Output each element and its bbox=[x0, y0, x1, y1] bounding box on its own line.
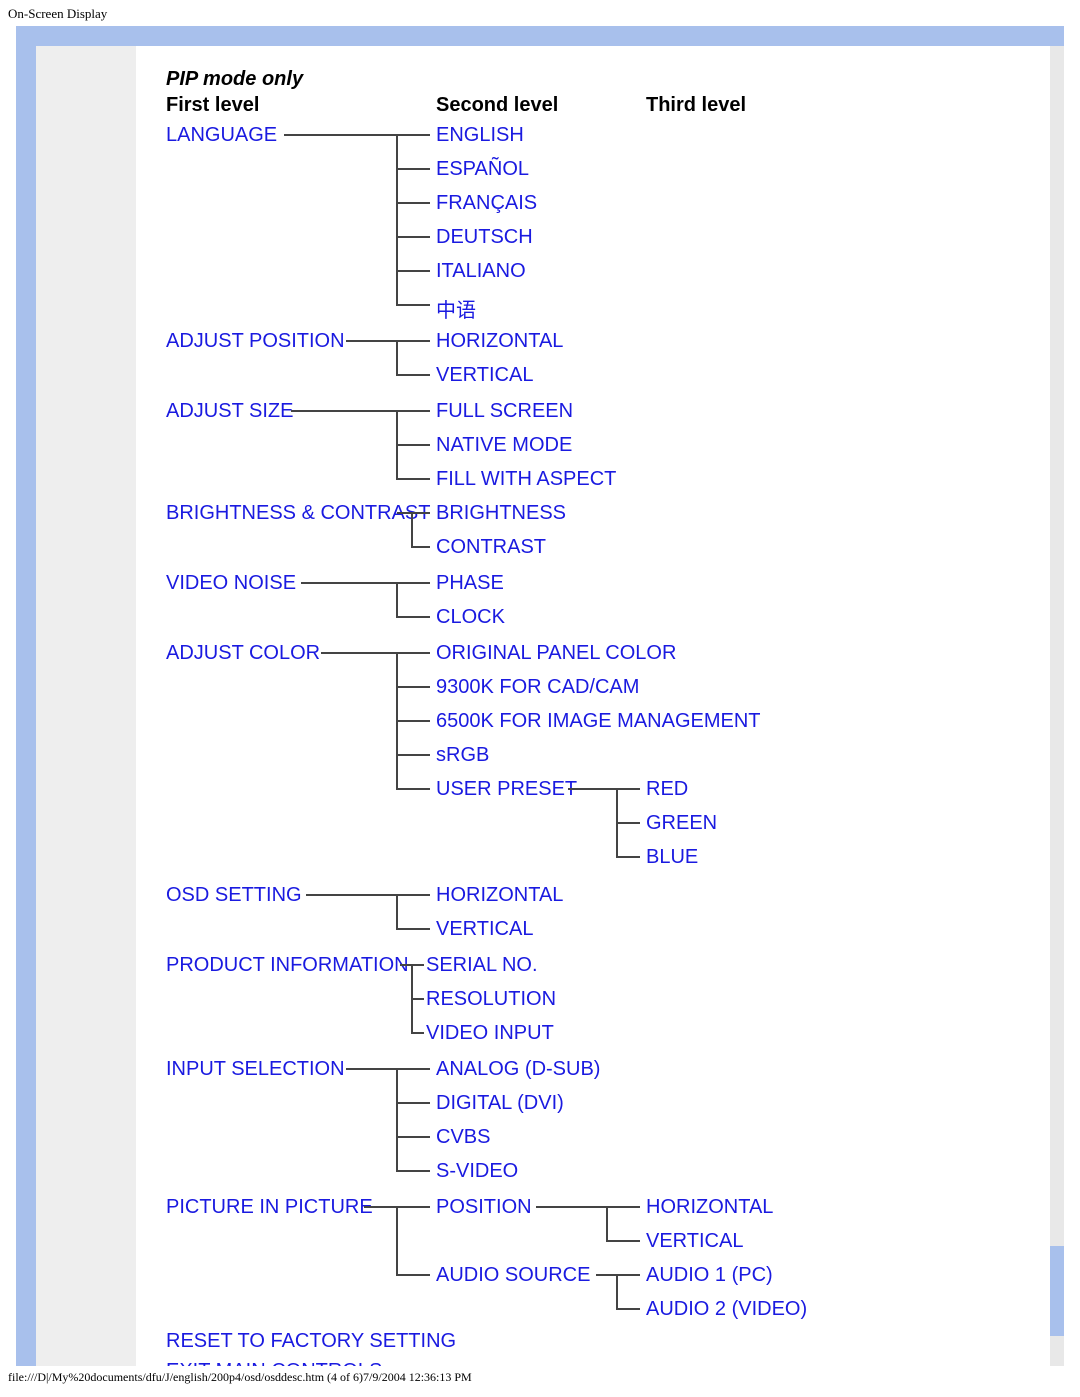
l1-brightness-contrast: BRIGHTNESS & CONTRAST bbox=[166, 502, 430, 525]
l2-vn-clock: CLOCK bbox=[436, 606, 505, 629]
footer-path: file:///D|/My%20documents/dfu/J/english/… bbox=[0, 1366, 1080, 1395]
l1-reset: RESET TO FACTORY SETTING bbox=[166, 1330, 456, 1353]
l3-up-red: RED bbox=[646, 778, 688, 801]
second-level-header: Second level bbox=[436, 94, 558, 117]
l2-vn-phase: PHASE bbox=[436, 572, 504, 595]
first-level-header: First level bbox=[166, 94, 259, 117]
l2-ac-user-preset: USER PRESET bbox=[436, 778, 577, 801]
l3-pip-pos-horizontal: HORIZONTAL bbox=[646, 1196, 773, 1219]
l2-bc-contrast: CONTRAST bbox=[436, 536, 546, 559]
l2-language-chinese: 中语 bbox=[436, 294, 476, 323]
l1-adjust-color: ADJUST COLOR bbox=[166, 642, 320, 665]
l2-language-espanol: ESPAÑOL bbox=[436, 158, 529, 181]
l3-pip-pos-vertical: VERTICAL bbox=[646, 1230, 743, 1253]
scrollbar-thumb[interactable] bbox=[1050, 1246, 1064, 1336]
scrollbar-track[interactable] bbox=[1050, 46, 1064, 1366]
l2-pi-resolution: RESOLUTION bbox=[426, 988, 556, 1011]
third-level-header: Third level bbox=[646, 94, 746, 117]
l2-adjpos-vertical: VERTICAL bbox=[436, 364, 533, 387]
l2-ac-9300k: 9300K FOR CAD/CAM bbox=[436, 676, 639, 699]
l1-adjust-size: ADJUST SIZE bbox=[166, 400, 293, 423]
l2-ac-original: ORIGINAL PANEL COLOR bbox=[436, 642, 676, 665]
l2-is-digital: DIGITAL (DVI) bbox=[436, 1092, 564, 1115]
l1-exit: EXIT MAIN CONTROLS bbox=[166, 1360, 382, 1366]
l2-is-analog: ANALOG (D-SUB) bbox=[436, 1058, 600, 1081]
page-title: On-Screen Display bbox=[0, 0, 1080, 26]
l2-language-deutsch: DEUTSCH bbox=[436, 226, 533, 249]
l1-input-selection: INPUT SELECTION bbox=[166, 1058, 345, 1081]
document-page: PIP mode only First level Second level T… bbox=[136, 46, 1056, 1366]
pip-mode-header: PIP mode only bbox=[166, 68, 303, 91]
document-frame: PIP mode only First level Second level T… bbox=[16, 26, 1064, 1366]
l2-is-cvbs: CVBS bbox=[436, 1126, 490, 1149]
l2-pip-audio-source: AUDIO SOURCE bbox=[436, 1264, 590, 1287]
l2-osd-vertical: VERTICAL bbox=[436, 918, 533, 941]
l3-pip-audio2: AUDIO 2 (VIDEO) bbox=[646, 1298, 807, 1321]
l1-adjust-position: ADJUST POSITION bbox=[166, 330, 345, 353]
l1-language: LANGUAGE bbox=[166, 124, 277, 147]
l2-language-italiano: ITALIANO bbox=[436, 260, 526, 283]
l2-bc-brightness: BRIGHTNESS bbox=[436, 502, 566, 525]
l1-video-noise: VIDEO NOISE bbox=[166, 572, 296, 595]
l2-adjsize-full: FULL SCREEN bbox=[436, 400, 573, 423]
l2-pip-position: POSITION bbox=[436, 1196, 532, 1219]
l2-language-english: ENGLISH bbox=[436, 124, 524, 147]
l1-picture-in-picture: PICTURE IN PICTURE bbox=[166, 1196, 373, 1219]
l2-is-svideo: S-VIDEO bbox=[436, 1160, 518, 1183]
l2-pi-videoinput: VIDEO INPUT bbox=[426, 1022, 554, 1045]
l2-language-francais: FRANÇAIS bbox=[436, 192, 537, 215]
l2-adjsize-native: NATIVE MODE bbox=[436, 434, 572, 457]
l3-pip-audio1: AUDIO 1 (PC) bbox=[646, 1264, 773, 1287]
l3-up-blue: BLUE bbox=[646, 846, 698, 869]
l2-adjpos-horizontal: HORIZONTAL bbox=[436, 330, 563, 353]
l2-osd-horizontal: HORIZONTAL bbox=[436, 884, 563, 907]
l3-up-green: GREEN bbox=[646, 812, 717, 835]
osd-tree-diagram: PIP mode only First level Second level T… bbox=[136, 46, 936, 1356]
l2-ac-srgb: sRGB bbox=[436, 744, 489, 767]
l1-osd-setting: OSD SETTING bbox=[166, 884, 302, 907]
l2-ac-6500k: 6500K FOR IMAGE MANAGEMENT bbox=[436, 710, 761, 733]
l2-pi-serial: SERIAL NO. bbox=[426, 954, 538, 977]
l2-adjsize-fill: FILL WITH ASPECT bbox=[436, 468, 616, 491]
l1-product-information: PRODUCT INFORMATION bbox=[166, 954, 409, 977]
